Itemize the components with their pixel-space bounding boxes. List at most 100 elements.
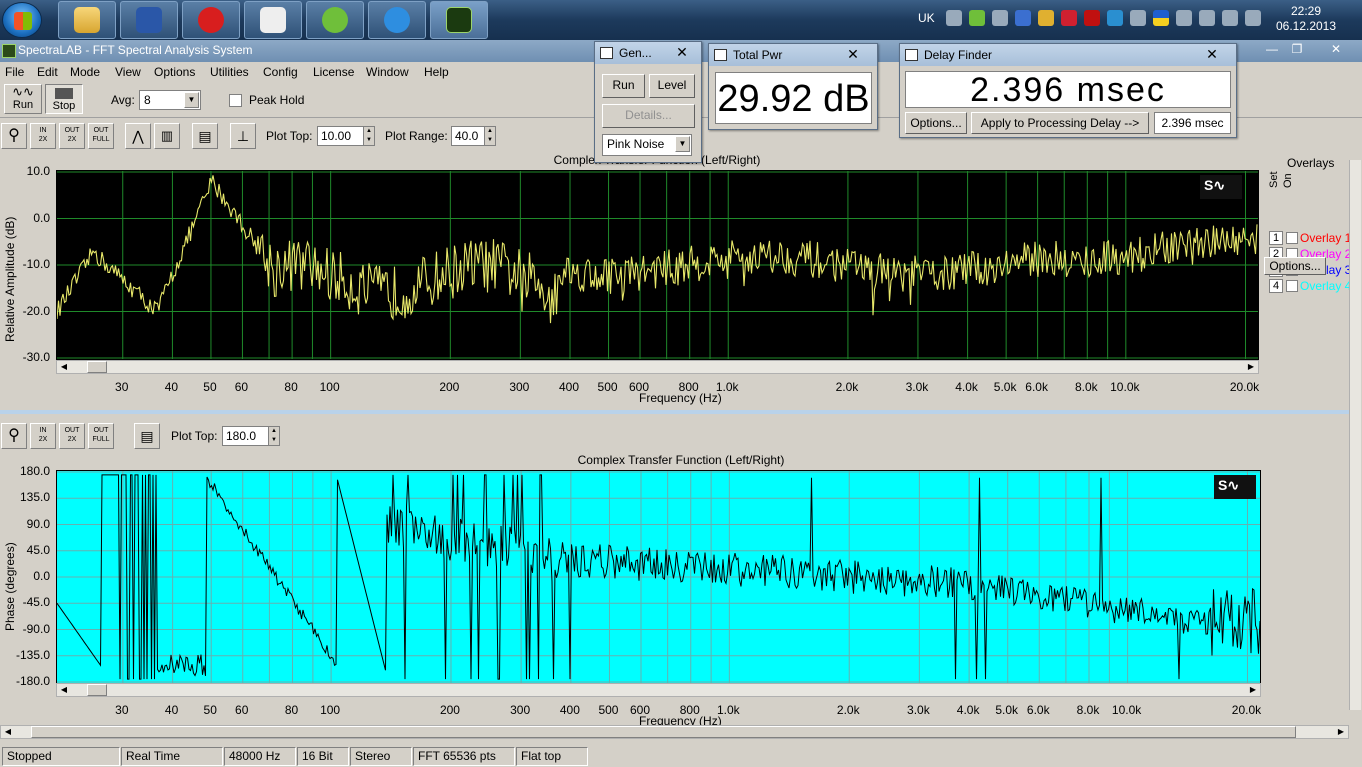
zoom-in-2x-button[interactable]: IN 2X	[30, 123, 56, 149]
ati-icon[interactable]	[1084, 10, 1100, 26]
status-bar: Stopped Real Time 48000 Hz 16 Bit Stereo…	[0, 745, 1362, 767]
menu-window[interactable]: Window	[366, 65, 409, 79]
peak-hold-checkbox[interactable]	[229, 94, 242, 107]
window-menu-icon[interactable]	[905, 49, 918, 61]
menu-help[interactable]: Help	[424, 65, 449, 79]
signal-generator-icon[interactable]: S∿	[1200, 175, 1242, 199]
scroll-left-icon[interactable]: ◀	[1, 726, 15, 738]
menu-license[interactable]: License	[313, 65, 354, 79]
menu-utilities[interactable]: Utilities	[210, 65, 249, 79]
ph-x-tick-label: 5.0k	[995, 703, 1019, 717]
delay-options-button[interactable]: Options...	[905, 112, 967, 134]
scroll-right-icon[interactable]: ▶	[1334, 726, 1348, 738]
signal-generator-icon[interactable]: S∿	[1214, 475, 1256, 499]
device-icon[interactable]	[1176, 10, 1192, 26]
close-icon[interactable]: ✕	[667, 44, 697, 61]
spinner-icon[interactable]: ▲ ▼	[268, 427, 279, 445]
scroll-thumb[interactable]	[87, 684, 107, 696]
plot-top-input[interactable]: 10.00 ▲ ▼	[317, 126, 375, 146]
menu-config[interactable]: Config	[263, 65, 298, 79]
clock[interactable]: 22:29 06.12.2013	[1266, 4, 1346, 34]
tray-e-icon[interactable]	[1107, 10, 1123, 26]
run-button[interactable]: ∿∿ Run	[4, 84, 42, 114]
scroll-left-icon[interactable]: ◀	[57, 361, 71, 373]
zoom-out-2x-button[interactable]: OUT 2X	[59, 423, 85, 449]
taskbar-save-app[interactable]	[120, 1, 178, 39]
bar-plot-icon[interactable]: ▥	[154, 123, 180, 149]
ukraine-flag-icon[interactable]	[1153, 10, 1169, 26]
generator-level-button[interactable]: Level	[649, 74, 695, 98]
ph-x-tick-label: 30	[115, 703, 129, 717]
menu-mode[interactable]: Mode	[70, 65, 100, 79]
taskbar-utorrent[interactable]	[306, 1, 364, 39]
keyboard-icon[interactable]	[946, 10, 962, 26]
overlay-4-checkbox[interactable]	[1286, 280, 1298, 292]
overlay-options-button[interactable]: Options...	[1264, 257, 1326, 275]
ph-x-tick-label: 40	[164, 703, 179, 717]
avg-select[interactable]: 8 ▼	[139, 90, 201, 110]
scroll-right-icon[interactable]: ▶	[1246, 684, 1260, 696]
zoom-icon[interactable]: ⚲	[1, 423, 27, 449]
window-menu-icon[interactable]	[714, 49, 727, 61]
phase-plot[interactable]: S∿	[56, 470, 1261, 684]
close-icon[interactable]: ✕	[1192, 46, 1232, 63]
taskbar-explorer[interactable]	[58, 1, 116, 39]
taskbar-ie[interactable]	[368, 1, 426, 39]
overlay-set-4-button[interactable]: 4	[1269, 279, 1283, 293]
status-mode: Real Time	[121, 747, 223, 766]
menu-edit[interactable]: Edit	[37, 65, 58, 79]
spinner-icon[interactable]: ▲ ▼	[363, 127, 374, 145]
scroll-thumb[interactable]	[31, 726, 1296, 738]
noise-type-select[interactable]: Pink Noise ▼	[602, 134, 692, 156]
spinner-icon[interactable]: ▲ ▼	[484, 127, 495, 145]
stop-button[interactable]: Stop	[45, 84, 83, 114]
zoom-in-2x-button[interactable]: IN 2X	[30, 423, 56, 449]
signal-icon[interactable]	[1245, 10, 1261, 26]
zoom-out-2x-button[interactable]: OUT 2X	[59, 123, 85, 149]
language-indicator[interactable]: UK	[918, 11, 935, 25]
close-icon[interactable]: ✕	[833, 46, 873, 63]
phase-scrollbar[interactable]: ◀ ▶	[56, 683, 1261, 697]
network-icon[interactable]	[1130, 10, 1146, 26]
menu-view[interactable]: View	[115, 65, 141, 79]
taskbar-opera[interactable]	[182, 1, 240, 39]
amplitude-scrollbar[interactable]: ◀ ▶	[56, 360, 1259, 374]
zoom-out-full-button[interactable]: OUT FULL	[88, 123, 114, 149]
menu-file[interactable]: File	[5, 65, 24, 79]
scroll-left-icon[interactable]: ◀	[57, 684, 71, 696]
window-menu-icon[interactable]	[600, 47, 613, 59]
taskbar-spectralab[interactable]	[430, 1, 488, 39]
main-horizontal-scrollbar[interactable]: ◀ ▶	[0, 725, 1349, 739]
pane-splitter[interactable]	[0, 410, 1349, 414]
scroll-thumb[interactable]	[87, 361, 107, 373]
apply-processing-delay-button[interactable]: Apply to Processing Delay -->	[971, 112, 1149, 134]
plot-properties-icon[interactable]: ▤	[134, 423, 160, 449]
close-icon[interactable]: ✕	[1326, 42, 1346, 58]
line-plot-icon[interactable]: ⋀	[125, 123, 151, 149]
amplitude-plot[interactable]: S∿	[56, 170, 1259, 360]
flag-icon[interactable]	[1222, 10, 1238, 26]
ph-x-tick-label: 4.0k	[956, 703, 980, 717]
scale-icon[interactable]: ⊥	[230, 123, 256, 149]
overlay-1-checkbox[interactable]	[1286, 232, 1298, 244]
volume-icon[interactable]	[1199, 10, 1215, 26]
tray-app-icon[interactable]	[1038, 10, 1054, 26]
plot-properties-icon[interactable]: ▤	[192, 123, 218, 149]
zoom-out-full-button[interactable]: OUT FULL	[88, 423, 114, 449]
bluetooth-icon[interactable]	[1015, 10, 1031, 26]
delay-value-field[interactable]: 2.396 msec	[1154, 112, 1231, 134]
taskbar-foobar[interactable]	[244, 1, 302, 39]
utorrent-tray-icon[interactable]	[969, 10, 985, 26]
start-button[interactable]	[2, 2, 42, 38]
maximize-icon[interactable]: ❐	[1287, 42, 1307, 58]
app-tray-icon[interactable]	[992, 10, 1008, 26]
plot-range-input[interactable]: 40.0 ▲ ▼	[451, 126, 496, 146]
phase-plot-top-input[interactable]: 180.0 ▲ ▼	[222, 426, 280, 446]
tray-red-icon[interactable]	[1061, 10, 1077, 26]
zoom-icon[interactable]: ⚲	[1, 123, 27, 149]
scroll-right-icon[interactable]: ▶	[1244, 361, 1258, 373]
menu-options[interactable]: Options	[154, 65, 195, 79]
generator-run-button[interactable]: Run	[602, 74, 645, 98]
minimize-icon[interactable]: —	[1262, 42, 1282, 58]
overlay-set-1-button[interactable]: 1	[1269, 231, 1283, 245]
